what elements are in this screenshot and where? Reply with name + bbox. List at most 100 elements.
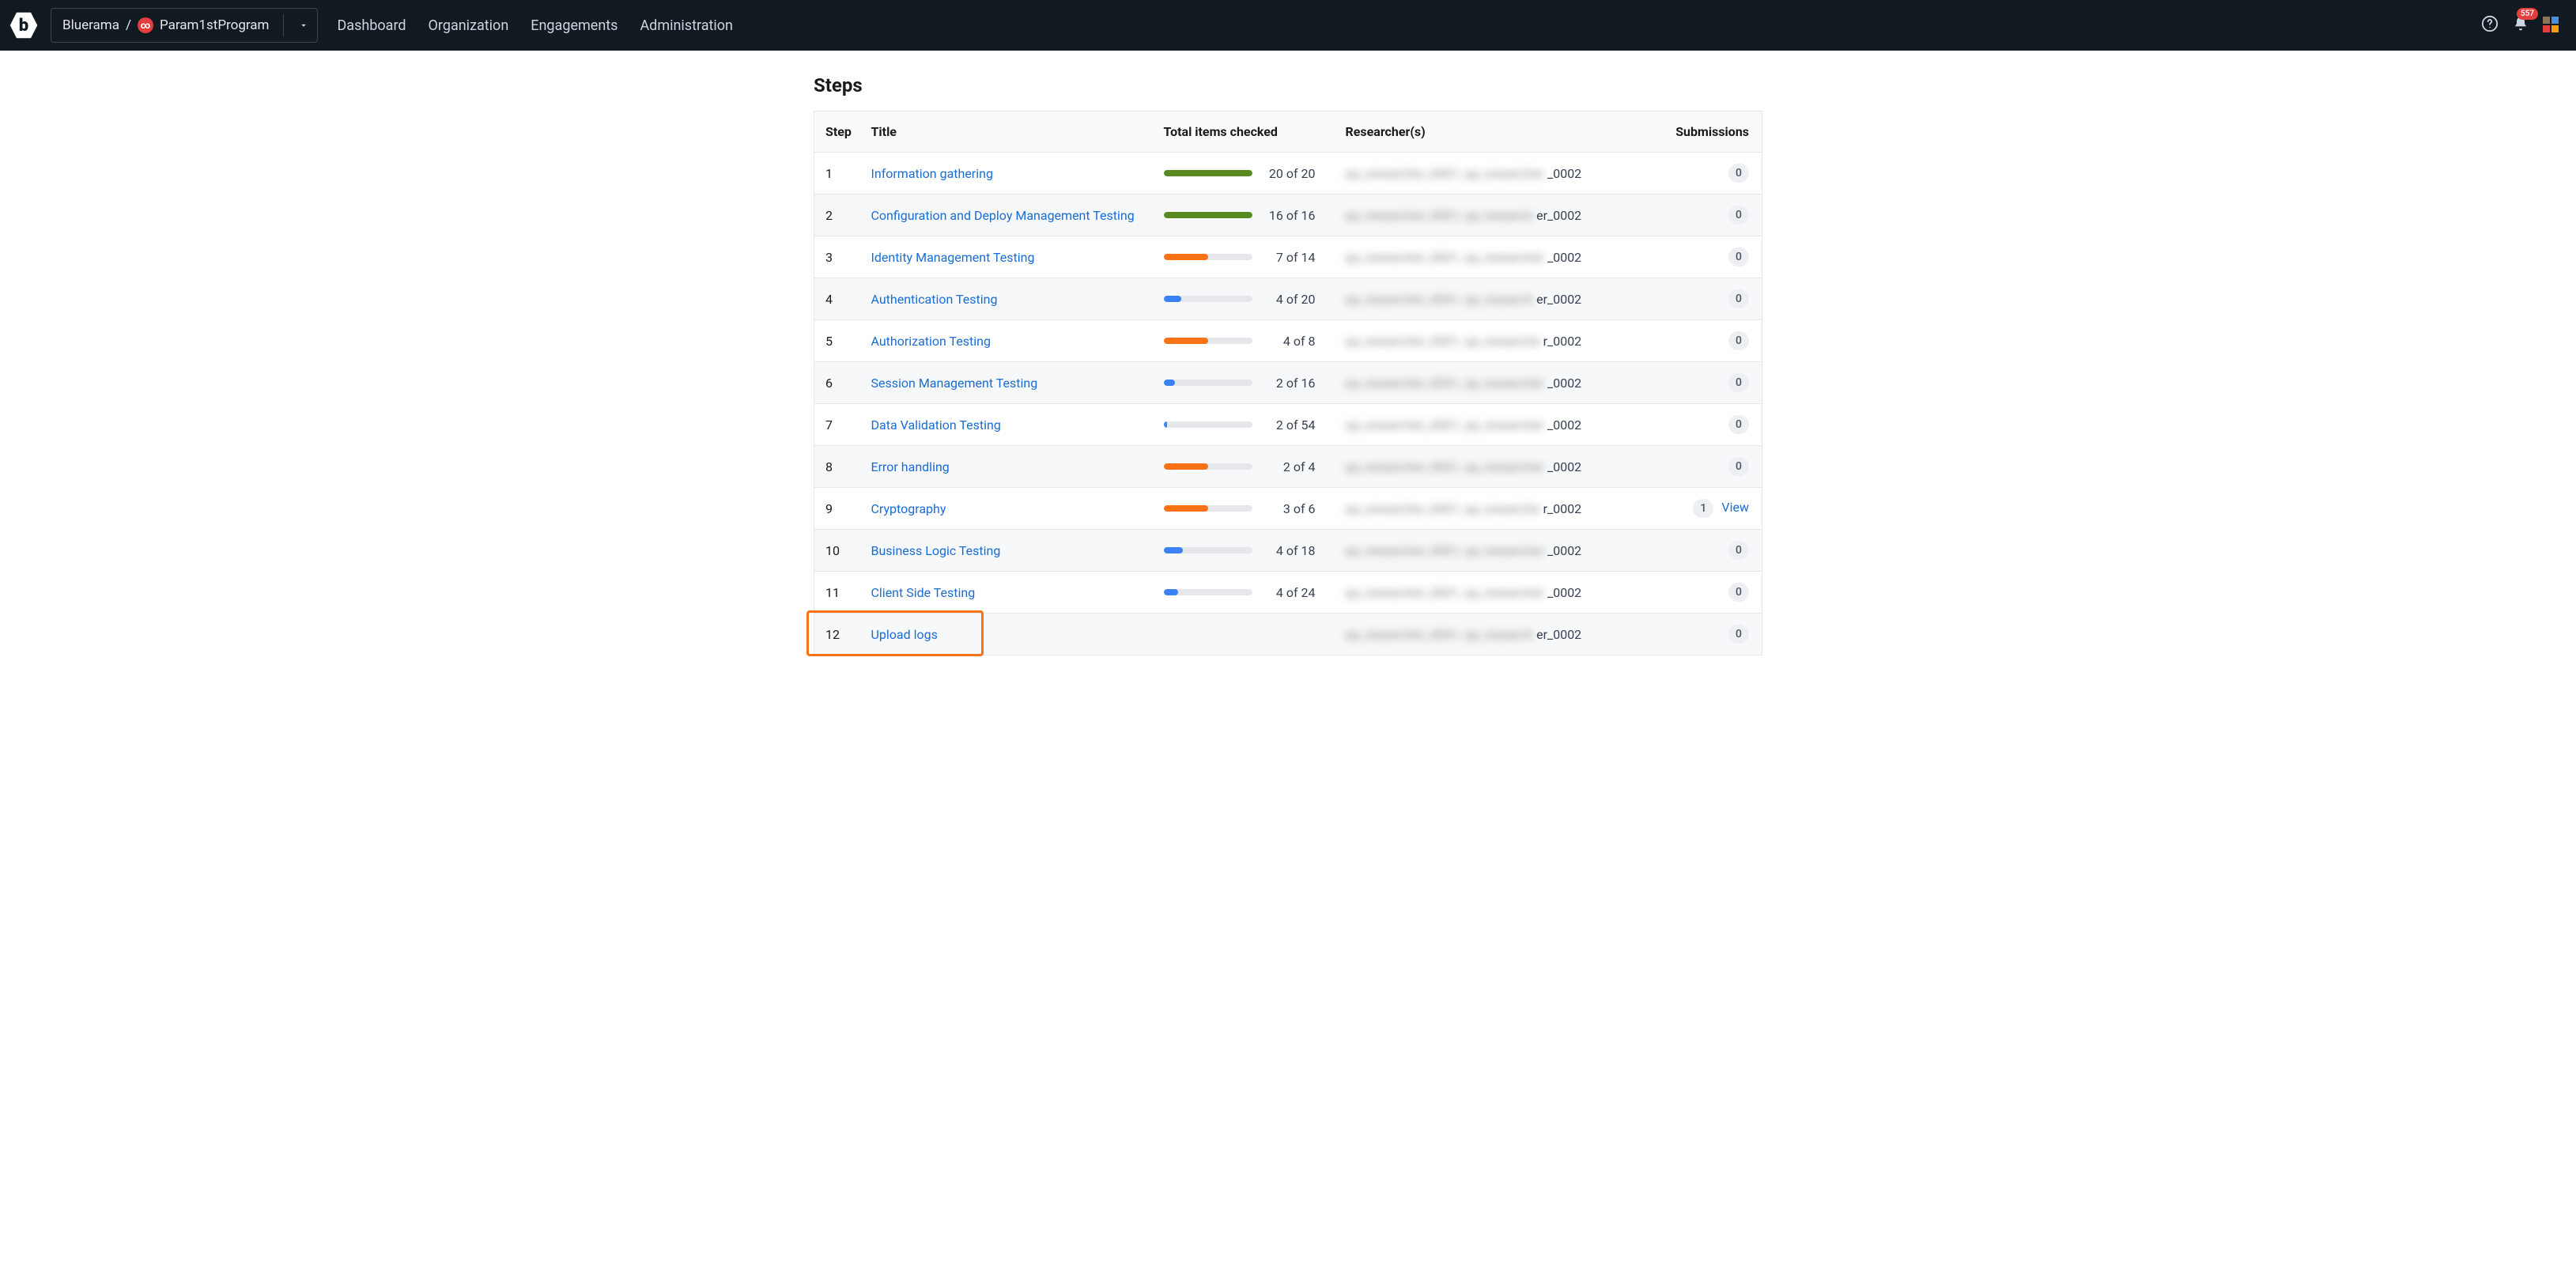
progress-text: 2 of 16 — [1267, 376, 1316, 391]
step-title-link[interactable]: Authorization Testing — [871, 334, 991, 349]
nav-administration[interactable]: Administration — [640, 17, 733, 34]
progress-bar — [1164, 589, 1252, 595]
step-title-link[interactable]: Upload logs — [871, 627, 938, 642]
researcher-text: qa_researcher_0001, qa_researcher_0002 — [1346, 292, 1642, 307]
nav-engagements[interactable]: Engagements — [531, 17, 618, 34]
table-row: 10 Business Logic Testing 4 of 18 qa_resear… — [814, 530, 1762, 572]
submission-count: 0 — [1728, 247, 1749, 266]
top-nav: b Bluerama / ∞ Param1stProgram Dashboard… — [0, 0, 2576, 51]
brand-logo[interactable]: b — [9, 11, 38, 40]
step-title-link[interactable]: Business Logic Testing — [871, 543, 1001, 558]
submission-count: 1 — [1693, 499, 1713, 518]
table-row: 3 Identity Management Testing 7 of 14 qa_re… — [814, 236, 1762, 278]
step-number: 12 — [814, 614, 862, 655]
table-row: 11Client Side Testing4 of 24qa_researche… — [814, 572, 1762, 614]
step-title-link[interactable]: Cryptography — [871, 501, 946, 516]
step-title-link[interactable]: Session Management Testing — [871, 376, 1038, 391]
nav-icons: 557 — [2481, 15, 2567, 36]
step-number: 1 — [814, 153, 862, 195]
submission-count: 0 — [1728, 373, 1749, 392]
step-title-link[interactable]: Data Validation Testing — [871, 417, 1001, 433]
col-items: Total items checked — [1154, 111, 1336, 153]
col-submissions: Submissions — [1652, 111, 1762, 153]
step-number: 4 — [814, 278, 862, 320]
step-title-link[interactable]: Identity Management Testing — [871, 250, 1035, 265]
researcher-text: qa_researcher_0001, qa_researcher_0002 — [1346, 250, 1642, 265]
step-title-link[interactable]: Information gathering — [871, 166, 993, 181]
col-researchers: Researcher(s) — [1336, 111, 1652, 153]
nav-dashboard[interactable]: Dashboard — [337, 17, 406, 34]
col-title: Title — [862, 111, 1154, 153]
table-row: 12 Upload logs qa_researcher_0001, qa_rese… — [814, 614, 1762, 655]
submission-count: 0 — [1728, 415, 1749, 434]
notifications-icon[interactable]: 557 — [2513, 16, 2529, 35]
step-title-link[interactable]: Configuration and Deploy Management Test… — [871, 208, 1135, 223]
progress-bar — [1164, 380, 1252, 386]
researcher-text: qa_researcher_0001, qa_researcher_0002 — [1346, 585, 1642, 600]
progress-text: 2 of 54 — [1267, 417, 1316, 433]
table-row: 4 Authentication Testing 4 of 20 qa_researc… — [814, 278, 1762, 320]
progress-bar — [1164, 421, 1252, 428]
step-number: 5 — [814, 320, 862, 362]
progress-bar — [1164, 170, 1252, 176]
researcher-text: qa_researcher_0001, qa_researcher_0002 — [1346, 417, 1642, 433]
step-title-link[interactable]: Error handling — [871, 459, 950, 474]
progress-bar — [1164, 212, 1252, 218]
researcher-text: qa_researcher_0001, qa_researcher_0002 — [1346, 543, 1642, 558]
submission-count: 0 — [1728, 625, 1749, 644]
step-number: 2 — [814, 195, 862, 236]
submission-count: 0 — [1728, 331, 1749, 350]
progress-text: 20 of 20 — [1267, 166, 1316, 181]
app-switcher-icon[interactable] — [2543, 17, 2560, 34]
researcher-text: qa_researcher_0001, qa_researcher_0002 — [1346, 166, 1642, 181]
progress-bar — [1164, 338, 1252, 344]
step-number: 8 — [814, 446, 862, 488]
submission-count: 0 — [1728, 206, 1749, 225]
progress-text: 4 of 24 — [1267, 585, 1316, 600]
progress-text: 4 of 8 — [1267, 334, 1316, 349]
step-title-link[interactable]: Authentication Testing — [871, 292, 998, 307]
program-icon: ∞ — [138, 17, 153, 33]
progress-text: 4 of 18 — [1267, 543, 1316, 558]
page-title: Steps — [814, 74, 1762, 96]
submission-count: 0 — [1728, 457, 1749, 476]
table-row: 6Session Management Testing2 of 16qa_res… — [814, 362, 1762, 404]
step-number: 9 — [814, 488, 862, 530]
step-number: 3 — [814, 236, 862, 278]
progress-bar — [1164, 505, 1252, 512]
researcher-text: qa_researcher_0001, qa_researcher_0002 — [1346, 627, 1642, 642]
breadcrumb-org: Bluerama — [62, 17, 119, 33]
progress-bar — [1164, 463, 1252, 470]
progress-text: 4 of 20 — [1267, 292, 1316, 307]
notification-badge: 557 — [2517, 8, 2538, 20]
table-row: 2 Configuration and Deploy Management Tes… — [814, 195, 1762, 236]
chevron-down-icon — [298, 20, 309, 31]
table-header-row: Step Title Total items checked Researche… — [814, 111, 1762, 153]
progress-text: 7 of 14 — [1267, 250, 1316, 265]
submission-count: 0 — [1728, 164, 1749, 183]
submission-count: 0 — [1728, 541, 1749, 560]
progress-text: 3 of 6 — [1267, 501, 1316, 516]
breadcrumb-dropdown[interactable] — [290, 8, 317, 43]
table-row: 7 Data Validation Testing 2 of 54 qa_resear… — [814, 404, 1762, 446]
step-number: 10 — [814, 530, 862, 572]
researcher-text: qa_researcher_0001, qa_researcher_0002 — [1346, 208, 1642, 223]
progress-bar — [1164, 547, 1252, 553]
researcher-text: qa_researcher_0001, qa_researcher_0002 — [1346, 501, 1642, 516]
nav-organization[interactable]: Organization — [429, 17, 509, 34]
view-link[interactable]: View — [1721, 500, 1749, 515]
researcher-text: qa_researcher_0001, qa_researcher_0002 — [1346, 334, 1642, 349]
progress-text: 2 of 4 — [1267, 459, 1316, 474]
nav-links: Dashboard Organization Engagements Admin… — [337, 17, 733, 34]
submission-count: 0 — [1728, 289, 1749, 308]
main-content: Steps Step Title Total items checked Res… — [814, 51, 1762, 687]
help-icon[interactable] — [2481, 15, 2499, 36]
col-step: Step — [814, 111, 862, 153]
steps-table: Step Title Total items checked Researche… — [814, 111, 1762, 655]
step-number: 7 — [814, 404, 862, 446]
researcher-text: qa_researcher_0001, qa_researcher_0002 — [1346, 376, 1642, 391]
breadcrumb-program: Param1stProgram — [160, 17, 270, 33]
breadcrumb[interactable]: Bluerama / ∞ Param1stProgram — [51, 8, 318, 43]
breadcrumb-separator: / — [126, 17, 131, 33]
step-title-link[interactable]: Client Side Testing — [871, 585, 976, 600]
